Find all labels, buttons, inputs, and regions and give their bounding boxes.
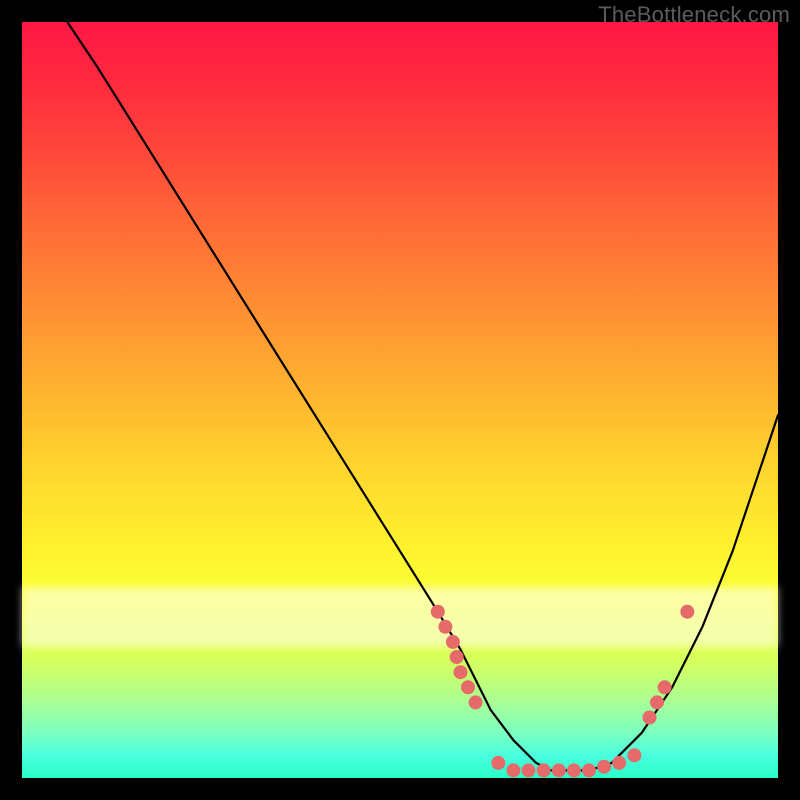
- data-point: [612, 756, 626, 770]
- data-point: [552, 763, 566, 777]
- data-points: [431, 605, 695, 778]
- data-point: [537, 763, 551, 777]
- data-point: [582, 763, 596, 777]
- data-point: [522, 763, 536, 777]
- data-point: [597, 760, 611, 774]
- data-point: [627, 748, 641, 762]
- data-point: [643, 711, 657, 725]
- data-point: [446, 635, 460, 649]
- data-point: [469, 695, 483, 709]
- data-point: [506, 763, 520, 777]
- data-point: [461, 680, 475, 694]
- data-point: [438, 620, 452, 634]
- data-point: [454, 665, 468, 679]
- data-point: [431, 605, 445, 619]
- data-point: [491, 756, 505, 770]
- plot-svg: [22, 22, 778, 778]
- data-point: [658, 680, 672, 694]
- bottleneck-curve: [67, 22, 778, 770]
- data-point: [680, 605, 694, 619]
- data-point: [450, 650, 464, 664]
- data-point: [567, 763, 581, 777]
- data-point: [650, 695, 664, 709]
